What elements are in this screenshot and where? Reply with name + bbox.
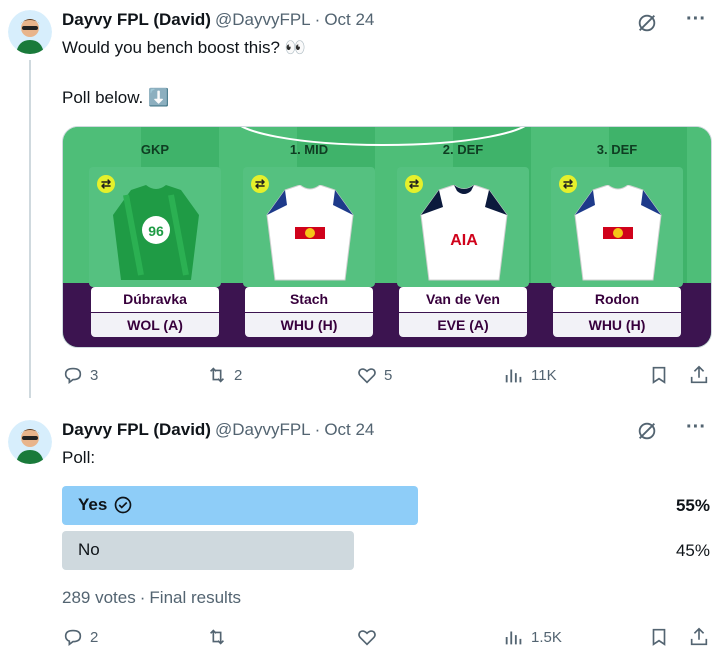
- grok-icon[interactable]: [636, 12, 658, 39]
- share-button[interactable]: [688, 364, 710, 386]
- bookmark-icon: [652, 366, 666, 384]
- poll-status: Final results: [149, 588, 242, 607]
- check-circle-icon: [114, 496, 132, 514]
- bookmark-button[interactable]: [648, 626, 670, 648]
- reply-button[interactable]: 2: [62, 626, 98, 648]
- retweet-button[interactable]: [206, 626, 228, 648]
- views-button[interactable]: 11K: [503, 364, 557, 386]
- reply-icon: [64, 367, 82, 384]
- grok-icon[interactable]: [636, 420, 658, 447]
- thread-line: [29, 60, 31, 398]
- player-slot[interactable]: ⇄: [551, 167, 683, 287]
- player-fixture: WOL (A): [91, 313, 219, 337]
- share-icon: [690, 365, 708, 384]
- heart-icon: [358, 368, 376, 384]
- player-name: Rodon: [553, 287, 681, 312]
- views-button[interactable]: 1.5K: [503, 626, 562, 648]
- player-name: Dúbravka: [91, 287, 219, 312]
- share-button[interactable]: [688, 626, 710, 648]
- reply-icon: [64, 629, 82, 646]
- share-icon: [690, 627, 708, 646]
- views-icon: [505, 631, 522, 645]
- author-name[interactable]: Dayvy FPL (David): [62, 10, 211, 30]
- heart-icon: [358, 630, 376, 646]
- position-label: 3. DEF: [596, 142, 638, 157]
- poll-votes: 289 votes: [62, 588, 136, 607]
- shirt-icon: [266, 185, 354, 281]
- like-button[interactable]: [356, 626, 378, 648]
- reply-button[interactable]: 3: [62, 364, 98, 386]
- shirt-sponsor: 96: [148, 223, 164, 239]
- bookmark-icon: [652, 628, 666, 646]
- position-label: 1. MID: [289, 142, 329, 157]
- tweet-date[interactable]: Oct 24: [324, 10, 374, 30]
- shirt-icon: AIA: [420, 185, 508, 281]
- author-handle[interactable]: @DayvyFPL: [215, 10, 311, 30]
- retweet-icon: [209, 629, 225, 645]
- player-slot[interactable]: ⇄ 96: [89, 167, 221, 287]
- player-slot[interactable]: ⇄: [243, 167, 375, 287]
- player-fixture: EVE (A): [399, 313, 527, 337]
- avatar[interactable]: [8, 420, 52, 464]
- views-icon: [505, 369, 522, 383]
- more-options-icon[interactable]: ···: [686, 416, 706, 439]
- poll-option-no[interactable]: [62, 531, 354, 570]
- shirt-sponsor: AIA: [450, 232, 478, 249]
- like-button[interactable]: 5: [356, 364, 392, 386]
- poll-percent: 45%: [675, 541, 710, 560]
- fpl-team-image[interactable]: GKP ⇄ 96 Dúbravka WOL (A) 1. MID ⇄ Stach…: [62, 126, 712, 348]
- player-fixture: WHU (H): [245, 313, 373, 337]
- tweet-text-line1: Would you bench boost this? 👀: [62, 38, 306, 57]
- more-options-icon[interactable]: ···: [686, 8, 706, 31]
- tweet-text: Poll:: [62, 448, 96, 467]
- poll-percent: 55%: [675, 496, 710, 515]
- author-handle[interactable]: @DayvyFPL: [215, 420, 311, 440]
- player-fixture: WHU (H): [553, 313, 681, 337]
- player-name: Stach: [245, 287, 373, 312]
- goalkeeper-shirt-icon: 96: [113, 185, 199, 280]
- poll-option-label: Yes: [78, 495, 108, 514]
- retweet-icon: [209, 367, 225, 383]
- position-label: 2. DEF: [442, 142, 484, 157]
- position-label: GKP: [140, 142, 170, 157]
- player-slot[interactable]: ⇄ AIA: [397, 167, 529, 287]
- tweet-text-line2: Poll below. ⬇️: [62, 88, 170, 107]
- player-name: Van de Ven: [399, 287, 527, 312]
- avatar[interactable]: [8, 10, 52, 54]
- poll-option-label: No: [78, 540, 100, 559]
- retweet-button[interactable]: 2: [206, 364, 242, 386]
- bookmark-button[interactable]: [648, 364, 670, 386]
- tweet-date[interactable]: Oct 24: [324, 420, 374, 440]
- shirt-icon: [574, 185, 662, 281]
- author-name[interactable]: Dayvy FPL (David): [62, 420, 211, 440]
